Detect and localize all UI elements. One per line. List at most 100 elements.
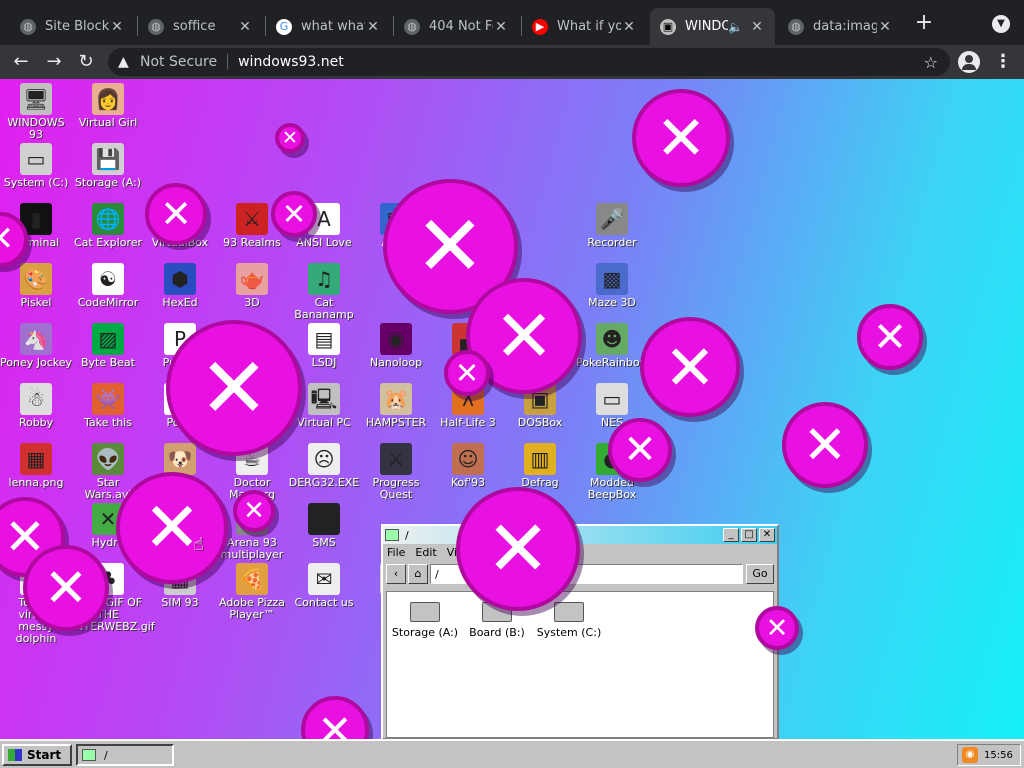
desktop-icon-maze-3d[interactable]: ▩ Maze 3D [576,263,648,309]
desktop-icon-label: Adobe Pizza Player™ [218,596,286,621]
drive-system-c[interactable]: System (C:) [535,602,603,639]
desktop-icon-label: Virtual PC [297,416,351,429]
tab-close-icon[interactable]: ✕ [749,19,765,35]
desktop-icon-nanoloop[interactable]: ◉ Nanoloop [360,323,432,369]
desktop-icon-recorder[interactable]: 🎤 Recorder [576,203,648,249]
desktop-icon-defrag[interactable]: ▥ Defrag [504,443,576,489]
desktop-icon-sms[interactable]: ▬ SMS [288,503,360,549]
popup-close-icon[interactable]: ✕ [857,304,923,370]
close-button[interactable]: ✕ [759,528,775,542]
forward-button[interactable]: → [42,50,66,74]
desktop-icon-hampster[interactable]: 🐹 HAMPSTER [360,383,432,429]
desktop-icon-windows93[interactable]: 🖥 WINDOWS 93 [0,83,72,141]
back-button[interactable]: ← [9,50,33,74]
adobe-pizza-icon: 🍕 [236,563,268,595]
desktop-icon-poney-jockey[interactable]: 🦄 Poney Jockey [0,323,72,369]
browser-tab[interactable]: Gwhat what ✕ [266,8,391,45]
url-text[interactable]: windows93.net [238,54,924,70]
popup-close-icon[interactable]: ✕ [166,320,302,456]
folder-contents[interactable]: Storage (A:) Board (B:) System (C:) [386,591,774,738]
menu-edit[interactable]: Edit [415,546,436,559]
desktop-icon-adobe-pizza[interactable]: 🍕 Adobe Pizza Player™ [216,563,288,621]
tab-close-icon[interactable]: ✕ [493,19,509,35]
bookmark-star-icon[interactable]: ☆ [924,53,938,72]
popup-close-icon[interactable]: ✕ [782,402,868,488]
reload-button[interactable]: ↻ [74,50,98,74]
go-button[interactable]: Go [746,564,774,584]
popup-close-icon[interactable]: ✕ [632,89,730,187]
windows93-desktop[interactable]: 🖥 WINDOWS 93 👩 Virtual Girl ▭ System (C:) 💾 Sto… [0,79,1024,739]
desktop-icon-take-this[interactable]: 👾 Take this [72,383,144,429]
tab-search-icon[interactable]: ▼ [992,15,1010,33]
desktop-icon-hexed[interactable]: ⬢ HexEd [144,263,216,309]
tab-close-icon[interactable]: ✕ [109,19,125,35]
desktop-icon-derg32[interactable]: ☹ DERG32.EXE [288,443,360,489]
windows93-icon: 🖥 [20,83,52,115]
maximize-button[interactable]: □ [741,528,757,542]
desktop-icon-label: SMS [312,536,336,549]
browser-tab[interactable]: ▣ WINDO 🔈 ✕ [650,8,775,45]
popup-close-icon[interactable]: ✕ [456,487,580,611]
tab-close-icon[interactable]: ✕ [877,19,893,35]
desktop-icon-lsdj[interactable]: ▤ LSDJ [288,323,360,369]
tab-close-icon[interactable]: ✕ [365,19,381,35]
back-arrow-icon[interactable]: ‹ [386,564,406,584]
browser-tab[interactable]: ◍ soffice ✕ [138,8,263,45]
desktop-icon-contact-us[interactable]: ✉ Contact us [288,563,360,609]
desktop-icon-kof93[interactable]: ☺ Kof'93 [432,443,504,489]
desktop-icon-robby[interactable]: ☃ Robby [0,383,72,429]
popup-close-icon[interactable]: ✕ [233,490,275,532]
popup-close-icon[interactable]: ✕ [275,123,305,153]
drive-storage-a[interactable]: Storage (A:) [391,602,459,639]
desktop-icon-byte-beat[interactable]: ▨ Byte Beat [72,323,144,369]
popup-close-icon[interactable]: ✕ [444,350,490,396]
home-icon[interactable]: ⌂ [408,564,428,584]
tab-close-icon[interactable]: ✕ [621,19,637,35]
desktop-icon-virtual-girl[interactable]: 👩 Virtual Girl [72,83,144,129]
popup-close-icon[interactable]: ✕ [301,696,369,739]
desktop-icon-label: CodeMirror [77,296,139,309]
derg32-icon: ☹ [308,443,340,475]
taskbar-item-explorer[interactable]: / [76,744,174,766]
desktop-icon-codemirror[interactable]: ☯ CodeMirror [72,263,144,309]
browser-tab[interactable]: ◍ 404 Not Fo ✕ [394,8,519,45]
desktop-icon-progress-quest[interactable]: ⚔ Progress Quest [360,443,432,501]
window-titlebar[interactable]: / _ □ ✕ [383,526,777,544]
rss-icon[interactable]: ◉ [962,747,978,763]
popup-close-icon[interactable]: ✕ [608,418,672,482]
desktop-icon-piskel[interactable]: 🎨 Piskel [0,263,72,309]
menu-file[interactable]: File [387,546,405,559]
tab-close-icon[interactable]: ✕ [237,19,253,35]
popup-close-icon[interactable]: ✕ [145,183,207,245]
browser-menu-icon[interactable]: ⋮ [994,51,1012,73]
browser-tab[interactable]: ◍ data:image✕ [778,8,903,45]
file-explorer-window[interactable]: / _ □ ✕ File Edit View ‹ ⌂ / Go Storage … [381,524,779,739]
desktop-icon-pokerainbow[interactable]: ☻ PokeRainbow [576,323,649,369]
security-label[interactable]: Not Secure [140,54,217,70]
popup-close-icon[interactable]: ✕ [116,472,228,584]
speaker-icon[interactable]: 🔈 [728,20,743,34]
minimize-button[interactable]: _ [723,528,739,542]
popup-close-icon[interactable]: ✕ [271,191,317,237]
browser-tab[interactable]: ▶ What if you✕ [522,8,647,45]
profile-avatar-icon[interactable] [958,51,980,73]
popup-close-icon[interactable]: ✕ [23,545,109,631]
desktop-icon-storage-a[interactable]: 💾 Storage (A:) [72,143,144,189]
desktop-icon-system-c[interactable]: ▭ System (C:) [0,143,72,189]
storage-a-icon: 💾 [92,143,124,175]
start-button[interactable]: Start [2,744,72,766]
warning-icon[interactable]: ▲ [118,54,136,70]
desktop-icon-3d[interactable]: 🫖 3D [216,263,288,309]
popup-close-icon[interactable]: ✕ [640,317,740,417]
desktop-icon-catbananamp[interactable]: ♫ Cat Bananamp [288,263,360,321]
address-bar[interactable]: ▲ Not Secure windows93.net ☆ [108,48,950,76]
desktop-icon-lenna[interactable]: ▦ lenna.png [0,443,72,489]
piskel-icon: 🎨 [20,263,52,295]
globe-icon: ◍ [20,18,36,35]
tab-title: what what [301,19,365,34]
popup-close-icon[interactable]: ✕ [755,606,799,650]
desktop-icon-label: SIM 93 [161,596,199,609]
desktop-icon-cat-explorer[interactable]: 🌐 Cat Explorer [72,203,144,249]
browser-tab[interactable]: ◍ Site Blocke✕ [10,8,135,45]
new-tab-button[interactable]: + [912,12,936,36]
